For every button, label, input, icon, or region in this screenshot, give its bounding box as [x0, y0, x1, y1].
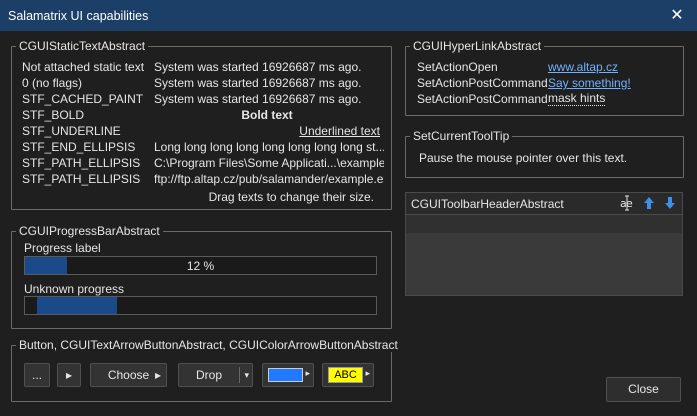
toolbar-header-title: CGUIToolbarHeaderAbstract: [411, 197, 564, 211]
static-label: STF_END_ELLIPSIS: [22, 140, 136, 154]
underlined-text: Underlined text: [299, 124, 380, 138]
text-cursor-icon[interactable]: a e: [619, 194, 635, 212]
chevron-down-icon: ▾: [244, 370, 249, 380]
toolbar-area: [405, 214, 683, 296]
color-arrow-button[interactable]: ▸: [262, 363, 314, 387]
arrow-button[interactable]: ▸: [57, 363, 81, 387]
drop-button-label: Drop: [195, 368, 222, 382]
altap-link[interactable]: www.altap.cz: [548, 60, 618, 74]
chevron-right-icon: ▸: [305, 368, 310, 378]
hyperlink-legend: CGUIHyperLinkAbstract: [410, 39, 545, 53]
path-ellipsis-text: C:\Program Files\Some Applicati...\examp…: [154, 156, 384, 170]
static-value: System was started 16926687 ms ago.: [154, 76, 362, 90]
hyperlink-label: SetActionOpen: [417, 60, 498, 74]
hyperlink-label: SetActionPostCommand: [417, 92, 548, 106]
static-label: STF_UNDERLINE: [22, 124, 121, 138]
static-label: STF_PATH_ELLIPSIS: [22, 156, 141, 170]
bold-text: Bold text: [241, 108, 293, 122]
static-label: STF_BOLD: [22, 108, 85, 122]
unknown-progress-label: Unknown progress: [24, 282, 125, 296]
end-ellipsis-text: Long long long long long long long long …: [154, 140, 384, 154]
progress-legend: CGUIProgressBarAbstract: [16, 224, 163, 238]
abc-color-button[interactable]: ABC ▸: [322, 363, 374, 387]
static-label: 0 (no flags): [22, 76, 83, 90]
toolbar-row: [406, 215, 682, 233]
static-label: Not attached static text: [22, 60, 145, 74]
arrow-up-icon[interactable]: [642, 195, 656, 211]
progress-value-text: 12 %: [186, 259, 215, 273]
drag-hint: Drag texts to change their size.: [208, 190, 374, 204]
mask-hints-link[interactable]: mask hints: [548, 92, 606, 106]
unknown-progress-fill: [37, 297, 117, 314]
static-label: STF_CACHED_PAINT: [22, 92, 144, 106]
unknown-progress-bar: [24, 296, 377, 315]
progress-label: Progress label: [24, 241, 101, 255]
drop-divider: [239, 367, 240, 383]
close-button[interactable]: Close: [606, 377, 681, 402]
window-title: Salamatrix UI capabilities: [8, 9, 149, 23]
hyperlink-label: SetActionPostCommand: [417, 76, 548, 90]
say-something-link[interactable]: Say something!: [548, 76, 631, 90]
color-swatch: [268, 368, 303, 382]
choose-button-label: Choose: [107, 368, 150, 382]
tooltip-text[interactable]: Pause the mouse pointer over this text.: [419, 151, 627, 165]
static-label: STF_PATH_ELLIPSIS: [22, 172, 141, 186]
arrow-down-icon[interactable]: [663, 195, 677, 211]
buttons-legend: Button, CGUITextArrowButtonAbstract, CGU…: [16, 338, 401, 352]
path-ellipsis-text: ftp://ftp.altap.cz/pub/salamander/exampl…: [154, 172, 384, 186]
choose-button[interactable]: Choose ▸: [90, 363, 167, 387]
close-window-icon[interactable]: ✕: [664, 4, 690, 28]
chevron-right-icon: ▸: [154, 368, 161, 382]
abc-swatch: ABC: [328, 367, 363, 383]
chevron-right-icon: ▸: [365, 368, 370, 378]
drop-button[interactable]: Drop ▾: [178, 363, 253, 387]
tooltip-legend: SetCurrentToolTip: [410, 129, 513, 143]
static-text-legend: CGUIStaticTextAbstract: [16, 39, 149, 53]
ellipsis-button[interactable]: ...: [24, 363, 50, 387]
static-value: System was started 16926687 ms ago.: [154, 60, 362, 74]
static-value: System was started 16926687 ms ago.: [154, 92, 362, 106]
progress-bar: 12 %: [24, 256, 377, 275]
